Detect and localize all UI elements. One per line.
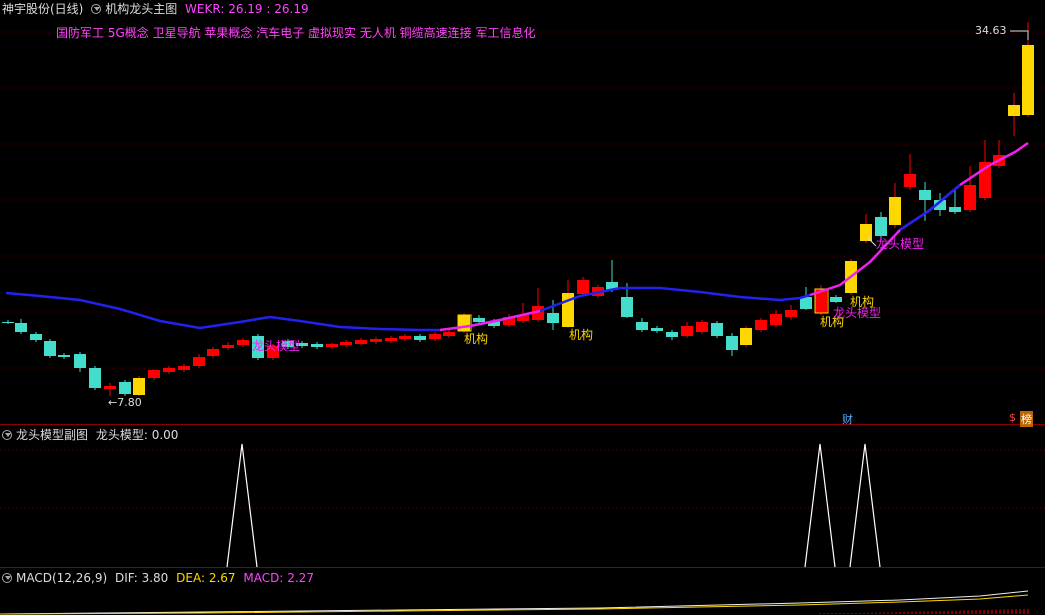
candle-body: [148, 370, 160, 378]
candle-body: [666, 332, 678, 337]
candle-body: [919, 190, 931, 200]
wekr-label: WEKR:: [185, 2, 225, 16]
candle-body: [222, 345, 234, 348]
low-price-value: 7.80: [117, 396, 142, 409]
main-header: 神宇股份(日线) 机构龙头主图 WEKR: 26.19 : 26.19: [2, 2, 309, 16]
macd-label: MACD:: [243, 571, 284, 585]
candle-body: [770, 314, 782, 325]
macd-header: MACD(12,26,9) DIF: 3.80 DEA: 2.67 MACD: …: [2, 571, 314, 585]
candle-body: [1022, 45, 1034, 115]
candle-body: [949, 207, 961, 212]
candle-body: [726, 336, 738, 350]
candle-body: [577, 280, 589, 294]
candle-body: [2, 322, 14, 323]
candle-body: [414, 336, 426, 340]
sub-header: 龙头模型副图 龙头模型: 0.00: [2, 428, 178, 442]
candle-body: [326, 344, 338, 347]
dea-line: [0, 594, 1029, 615]
indicator-name[interactable]: 机构龙头主图: [105, 2, 177, 16]
signal-spike: [804, 443, 836, 568]
candle-body: [163, 368, 175, 372]
main-chart[interactable]: 机构 机构机构机构龙头模型龙头模型龙头模型: [0, 0, 1045, 425]
dif-value: 3.80: [141, 571, 169, 585]
candle-body: [207, 349, 219, 356]
candle-body: [875, 217, 887, 236]
macd-value: 2.27: [287, 571, 314, 585]
signal-spike: [849, 443, 881, 568]
concept-tags: 国防军工 5G概念 卫星导航 苹果概念 汽车电子 虚拟现实 无人机 铜缆高速连接…: [56, 26, 536, 40]
candle-body: [443, 332, 455, 336]
sub-indicator-menu-icon[interactable]: [2, 430, 12, 440]
financial-marker[interactable]: 财: [842, 411, 853, 427]
jigou-label: 机构: [464, 331, 488, 346]
candle-body: [681, 326, 693, 336]
longtou-label: 龙头模型: [252, 339, 300, 353]
candle-body: [15, 323, 27, 332]
candle-body: [74, 354, 86, 368]
dea-label: DEA:: [176, 571, 206, 585]
wekr-values: 26.19 : 26.19: [228, 2, 309, 16]
candle-body: [740, 328, 752, 345]
candle-body: [696, 322, 708, 332]
candle-body: [340, 342, 352, 345]
candle-body: [785, 310, 797, 317]
candle-body: [473, 318, 485, 322]
sub-title[interactable]: 龙头模型副图: [16, 428, 88, 442]
macd-menu-icon[interactable]: [2, 573, 12, 583]
candle-body: [355, 340, 367, 344]
candle-body: [860, 224, 872, 241]
longtou-subchart[interactable]: [0, 426, 1045, 568]
candle-body: [1008, 105, 1020, 116]
candle-body: [311, 344, 323, 347]
high-price-label: 34.63: [975, 24, 1007, 37]
candle-body: [385, 338, 397, 341]
candle-body: [429, 334, 441, 339]
candle-body: [621, 297, 633, 317]
candle-body: [904, 174, 916, 187]
candle-body: [178, 366, 190, 370]
longtou-label: 龙头模型: [876, 237, 924, 251]
dollar-marker[interactable]: $: [1009, 411, 1016, 424]
candle-body: [370, 339, 382, 342]
candle-body: [30, 334, 42, 340]
candle-body: [193, 357, 205, 366]
candle-body: [800, 297, 812, 309]
candle-body: [104, 386, 116, 389]
candle-body: [44, 341, 56, 356]
ranking-marker[interactable]: 榜: [1020, 411, 1033, 427]
candle-body: [651, 328, 663, 331]
candle-body: [119, 382, 131, 394]
candle-body: [830, 297, 842, 302]
longtou-label: 龙头模型: [833, 306, 881, 320]
ma-line-blue: [5, 291, 440, 332]
stock-name: 神宇股份(日线): [2, 2, 84, 16]
sub-value: 0.00: [151, 428, 179, 442]
indicator-menu-icon[interactable]: [91, 4, 102, 14]
candle-body: [636, 322, 648, 330]
candle-body: [889, 197, 901, 225]
jigou-label: 机构: [569, 327, 593, 342]
low-price-label: ←7.80: [108, 396, 142, 409]
candle-body: [711, 323, 723, 336]
signal-spike: [226, 443, 258, 568]
candle-body: [133, 378, 145, 395]
candle-body: [58, 355, 70, 357]
candle-body: [547, 313, 559, 323]
candle-body: [755, 320, 767, 330]
dea-value: 2.67: [208, 571, 236, 585]
candle-body: [89, 368, 101, 388]
candle-body: [964, 185, 976, 210]
macd-title[interactable]: MACD(12,26,9): [16, 571, 107, 585]
candle-body: [399, 336, 411, 339]
sub-value-label: 龙头模型:: [95, 428, 148, 442]
candle-body: [237, 340, 249, 345]
dif-label: DIF:: [114, 571, 138, 585]
